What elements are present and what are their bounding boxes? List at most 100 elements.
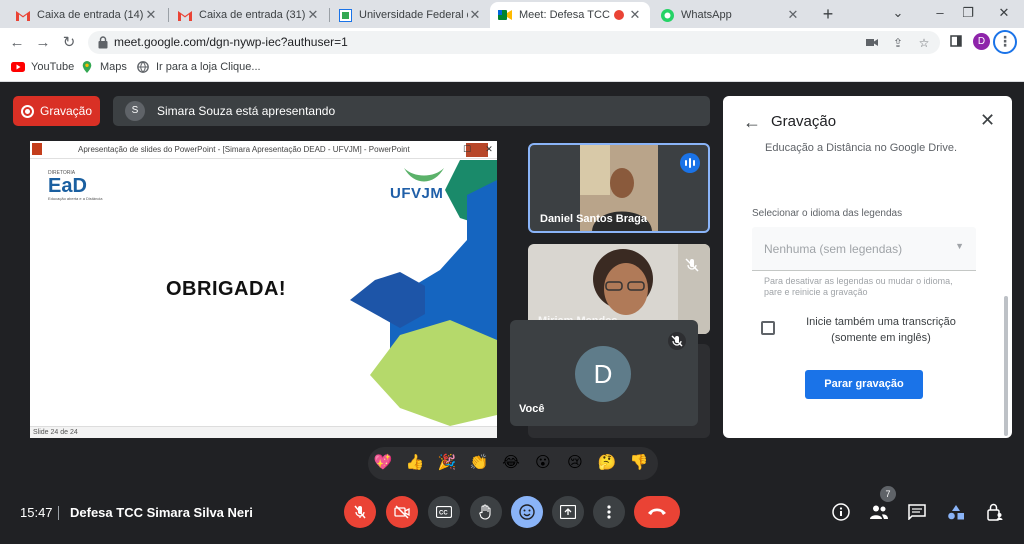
transcript-checkbox[interactable] — [761, 321, 775, 335]
meet-icon — [498, 8, 512, 22]
tab-strip: Caixa de entrada (14) - en ✕ Caixa de en… — [0, 0, 1024, 28]
self-label: Você — [519, 403, 545, 415]
raise-hand-button[interactable] — [470, 496, 502, 528]
more-vert-icon — [607, 505, 611, 519]
recording-panel: ← Gravação ✕ Educação a Distância no Goo… — [723, 96, 1012, 438]
share-icon[interactable]: ⇪ — [890, 35, 906, 51]
url-text: meet.google.com/dgn-nywp-iec?authuser=1 — [114, 35, 348, 49]
activities-button[interactable] — [945, 501, 967, 523]
back-arrow-icon[interactable]: ← — [743, 112, 761, 133]
presenting-text: Simara Souza está apresentando — [157, 104, 336, 118]
reaction-sad[interactable]: 😢 — [564, 452, 586, 474]
reaction-laugh[interactable]: 😂 — [500, 452, 522, 474]
chat-button[interactable] — [906, 501, 928, 523]
close-icon[interactable]: ✕ — [144, 7, 158, 23]
leave-call-button[interactable] — [634, 496, 680, 528]
camera-toggle-button[interactable] — [386, 496, 418, 528]
tab-gmail-1[interactable]: Caixa de entrada (14) - en ✕ — [8, 2, 166, 28]
caption-language-label: Selecionar o idioma das legendas — [752, 208, 903, 219]
reload-icon[interactable]: ↻ — [58, 32, 80, 54]
reaction-clap[interactable]: 👏 — [468, 452, 490, 474]
caption-language-select: Nenhuma (sem legendas) ▼ — [752, 227, 976, 271]
bookmark-maps[interactable]: Maps — [80, 61, 127, 73]
new-tab-button[interactable]: + — [818, 4, 838, 24]
tab-search-icon[interactable]: ⌄ — [878, 3, 918, 23]
svg-text:CC: CC — [439, 511, 448, 517]
powerpoint-icon — [32, 143, 42, 155]
bookmark-youtube[interactable]: YouTube — [11, 61, 74, 73]
presenting-banner: S Simara Souza está apresentando — [113, 96, 710, 126]
reaction-surprised[interactable]: 😮 — [532, 452, 554, 474]
camera-icon[interactable] — [864, 35, 880, 51]
tab-meet[interactable]: Meet: Defesa TCC Sim ✕ — [490, 2, 650, 28]
profile-avatar[interactable]: D — [973, 33, 990, 50]
host-controls-button[interactable] — [984, 501, 1006, 523]
meeting-time: 15:47 — [20, 505, 53, 520]
browser-menu-icon[interactable]: ⋮ — [993, 30, 1017, 54]
window-close-icon: ✕ — [485, 144, 493, 154]
people-button[interactable] — [868, 501, 890, 523]
reaction-thinking[interactable]: 🤔 — [596, 452, 618, 474]
close-icon[interactable]: ✕ — [786, 7, 800, 23]
chat-icon — [908, 504, 926, 520]
close-icon[interactable]: ✕ — [306, 7, 320, 23]
closed-captions-icon: CC — [436, 506, 452, 518]
reactions-button[interactable] — [511, 496, 543, 528]
phone-hangup-icon — [648, 508, 666, 515]
ufvjm-leaf-icon — [404, 168, 444, 182]
star-icon[interactable]: ☆ — [916, 35, 932, 51]
ufvjm-logo: UFVJM — [390, 185, 444, 202]
participant-tile-daniel[interactable]: Daniel Santos Braga — [528, 143, 710, 233]
side-panel-icon[interactable] — [945, 32, 967, 54]
captions-button[interactable]: CC — [428, 496, 460, 528]
close-icon[interactable]: ✕ — [980, 110, 995, 131]
forward-icon[interactable]: → — [32, 32, 54, 54]
tab-separator — [168, 8, 169, 22]
close-icon[interactable]: ✕ — [628, 7, 642, 23]
back-icon[interactable]: ← — [6, 32, 28, 54]
meeting-info-button[interactable] — [830, 501, 852, 523]
youtube-icon — [11, 62, 25, 72]
close-icon[interactable]: ✕ — [468, 7, 482, 23]
reaction-thumbs-up[interactable]: 👍 — [404, 452, 426, 474]
reaction-party[interactable]: 🎉 — [436, 452, 458, 474]
speaking-indicator-icon — [680, 153, 700, 173]
logo-sub-text: Educação aberta e a Distância — [48, 196, 103, 201]
more-options-button[interactable] — [593, 496, 625, 528]
panel-description: Educação a Distância no Google Drive. — [765, 142, 957, 154]
whatsapp-icon — [660, 8, 674, 22]
tab-university[interactable]: Universidade Federal dos ✕ — [330, 2, 490, 28]
stop-recording-button[interactable]: Parar gravação — [805, 370, 923, 399]
restore-icon[interactable]: ❐ — [948, 3, 988, 23]
camera-off-icon — [394, 505, 410, 519]
emoji-icon — [519, 504, 535, 520]
people-count-badge: 7 — [880, 486, 896, 502]
tab-whatsapp[interactable]: WhatsApp ✕ — [652, 2, 808, 28]
tab-label: WhatsApp — [681, 9, 732, 21]
reactions-bar: 💖 👍 🎉 👏 😂 😮 😢 🤔 👎 — [368, 447, 658, 480]
self-tile[interactable]: D Você — [510, 320, 698, 426]
self-avatar: D — [575, 346, 631, 402]
maximize-icon: ☐ — [462, 144, 472, 154]
bookmark-loja[interactable]: Ir para a loja Clique... — [136, 61, 261, 73]
tab-label: Meet: Defesa TCC Sim — [519, 9, 610, 21]
activities-icon — [948, 505, 964, 520]
panel-scrollbar[interactable] — [1004, 296, 1008, 436]
gmail-icon — [16, 8, 30, 22]
address-bar[interactable]: meet.google.com/dgn-nywp-iec?authuser=1 … — [88, 31, 940, 54]
tab-label: Caixa de entrada (31) - ea — [199, 9, 306, 21]
reaction-heart[interactable]: 💖 — [372, 452, 394, 474]
mic-toggle-button[interactable] — [344, 496, 376, 528]
hand-icon — [479, 504, 491, 520]
tab-gmail-2[interactable]: Caixa de entrada (31) - ea ✕ — [170, 2, 328, 28]
logo-text: EaD — [48, 175, 87, 197]
reaction-thumbs-down[interactable]: 👎 — [628, 452, 650, 474]
bookmark-label: YouTube — [31, 61, 75, 73]
present-button[interactable] — [552, 496, 584, 528]
shared-screen: Apresentação de slides do PowerPoint - [… — [30, 141, 497, 438]
maps-icon — [82, 61, 92, 73]
recording-badge[interactable]: Gravação — [13, 96, 100, 126]
window-close-icon[interactable]: ✕ — [984, 3, 1024, 23]
presenter-avatar: S — [125, 101, 145, 121]
mic-off-icon — [354, 505, 366, 519]
